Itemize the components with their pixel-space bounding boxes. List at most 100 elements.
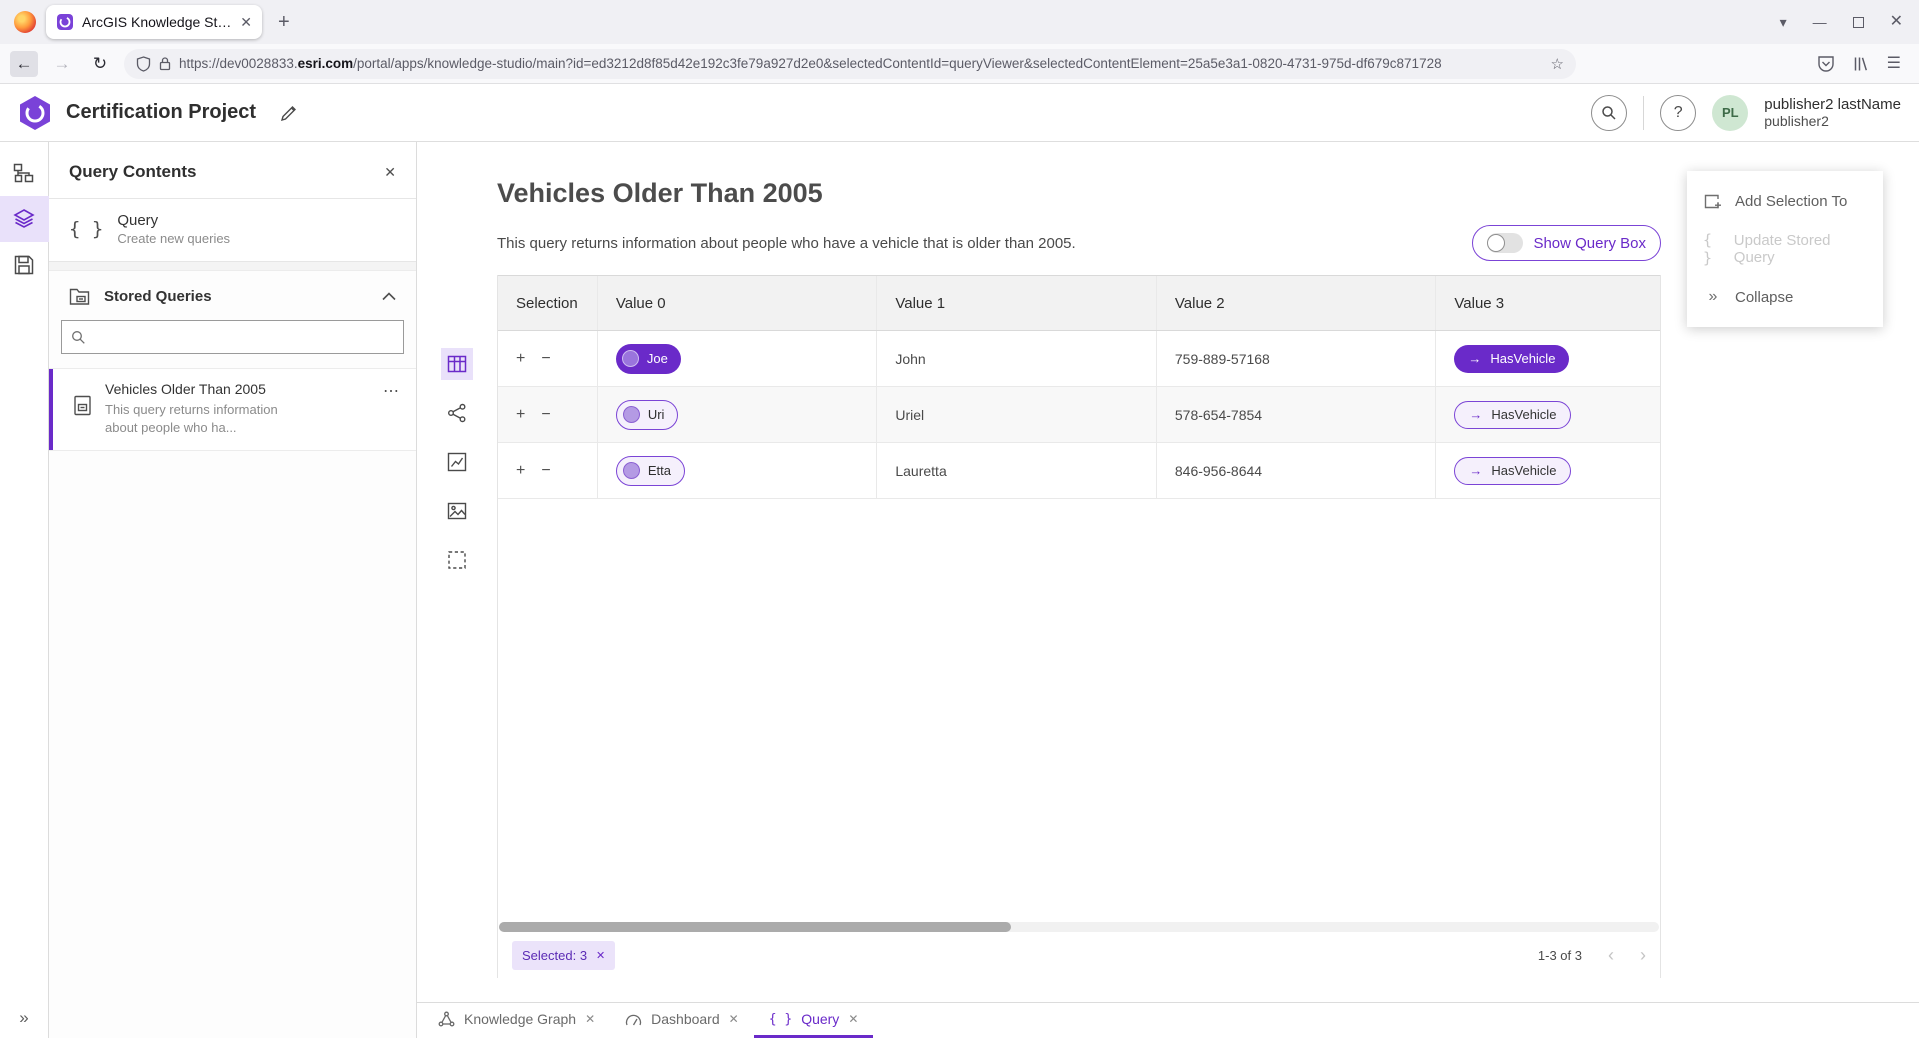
add-to-selection-icon[interactable]: +	[516, 462, 525, 480]
header-divider	[1643, 96, 1644, 130]
tab-close-icon[interactable]: ✕	[848, 1012, 858, 1026]
tab-close-icon[interactable]: ✕	[729, 1012, 739, 1026]
kebab-menu-icon[interactable]: ⋯	[383, 381, 400, 436]
close-window-icon[interactable]: ✕	[1890, 14, 1903, 30]
search-input[interactable]	[94, 329, 394, 345]
relationship-pill[interactable]: → HasVehicle	[1454, 401, 1571, 429]
knowledge-studio-logo	[18, 95, 52, 131]
browser-tab[interactable]: ArcGIS Knowledge Studio ✕	[46, 5, 262, 39]
query-item[interactable]: { } Query Create new queries	[49, 199, 416, 262]
cell-value[interactable]: 759-889-57168	[1157, 331, 1437, 386]
tab-close-icon[interactable]: ✕	[585, 1012, 595, 1026]
table-view-icon[interactable]	[441, 348, 473, 380]
list-tabs-icon[interactable]: ▾	[1780, 15, 1787, 29]
search-button[interactable]	[1591, 95, 1627, 131]
tab-query[interactable]: { } Query ✕	[754, 1003, 874, 1038]
link-chart-view-icon[interactable]	[441, 397, 473, 429]
next-page-icon[interactable]: ›	[1640, 946, 1646, 964]
menu-item-update-stored-query[interactable]: { } Update Stored Query	[1687, 225, 1883, 273]
previous-page-icon[interactable]: ‹	[1608, 946, 1614, 964]
remove-from-selection-icon[interactable]: −	[541, 406, 550, 424]
forward-button[interactable]: →	[48, 51, 76, 77]
search-icon	[71, 330, 86, 345]
relationship-pill[interactable]: → HasVehicle	[1454, 345, 1569, 373]
column-header[interactable]: Value 2	[1157, 276, 1437, 330]
cell-value[interactable]: 846-956-8644	[1157, 443, 1437, 498]
horizontal-scrollbar[interactable]	[499, 922, 1659, 932]
add-selection-icon	[1703, 193, 1723, 209]
relationship-pill[interactable]: → HasVehicle	[1454, 457, 1571, 485]
table-header-row: Selection Value 0 Value 1 Value 2 Value …	[498, 275, 1660, 331]
show-query-box-label: Show Query Box	[1533, 235, 1646, 252]
stored-queries-header[interactable]: Stored Queries	[49, 271, 416, 318]
select-marquee-icon[interactable]	[441, 544, 473, 576]
selected-count-chip[interactable]: Selected: 3 ✕	[512, 941, 615, 970]
maximize-icon[interactable]	[1853, 17, 1864, 28]
help-button[interactable]: ?	[1660, 95, 1696, 131]
column-header[interactable]: Value 3	[1436, 276, 1660, 330]
panel-title: Query Contents	[69, 162, 197, 182]
firefox-icon[interactable]	[14, 11, 36, 33]
tab-dashboard[interactable]: Dashboard ✕	[610, 1003, 754, 1038]
table-row[interactable]: + − Uri Uriel 578-654-7854 → HasVehicle	[498, 387, 1660, 443]
cell-value[interactable]: John	[877, 331, 1157, 386]
remove-from-selection-icon[interactable]: −	[541, 350, 550, 368]
remove-from-selection-icon[interactable]: −	[541, 462, 550, 480]
new-tab-button[interactable]: +	[278, 12, 290, 32]
cell-value[interactable]: Lauretta	[877, 443, 1157, 498]
chart-view-icon[interactable]	[441, 446, 473, 478]
pocket-save-icon[interactable]	[1817, 56, 1835, 72]
table-footer: Selected: 3 ✕ 1-3 of 3 ‹ ›	[498, 932, 1660, 978]
stored-queries-search[interactable]	[61, 320, 404, 354]
show-query-box-toggle[interactable]: Show Query Box	[1472, 225, 1661, 261]
query-description: This query returns information about peo…	[497, 235, 1076, 252]
minimize-icon[interactable]: —	[1813, 15, 1827, 29]
clear-selection-icon[interactable]: ✕	[596, 949, 605, 962]
menu-item-add-selection-to[interactable]: Add Selection To	[1687, 177, 1883, 225]
add-to-selection-icon[interactable]: +	[516, 350, 525, 368]
menu-item-label: Add Selection To	[1735, 193, 1847, 210]
left-rail: »	[0, 142, 49, 1038]
edit-pencil-icon[interactable]	[280, 104, 298, 122]
expand-rail-icon[interactable]: »	[19, 1008, 28, 1028]
table-row[interactable]: + − Etta Lauretta 846-956-8644 → HasVehi…	[498, 443, 1660, 499]
toggle-switch[interactable]	[1487, 233, 1523, 253]
scrollbar-thumb[interactable]	[499, 922, 1011, 932]
entity-pill[interactable]: Etta	[616, 456, 685, 486]
cell-value[interactable]: Uriel	[877, 387, 1157, 442]
cell-value[interactable]: 578-654-7854	[1157, 387, 1437, 442]
stored-query-item[interactable]: Vehicles Older Than 2005 This query retu…	[49, 368, 416, 451]
tab-title: ArcGIS Knowledge Studio	[82, 14, 232, 30]
url-bar[interactable]: https://dev0028833.esri.com/portal/apps/…	[124, 49, 1576, 79]
chevron-up-icon[interactable]	[382, 292, 396, 301]
rail-project-tree-icon[interactable]	[0, 150, 49, 196]
query-item-title: Query	[117, 212, 230, 229]
lock-icon[interactable]	[159, 56, 171, 71]
tab-knowledge-graph[interactable]: Knowledge Graph ✕	[423, 1003, 610, 1038]
column-header[interactable]: Selection	[498, 276, 598, 330]
tab-close-icon[interactable]: ✕	[240, 15, 252, 29]
table-row[interactable]: + − Joe John 759-889-57168 → HasVehicle	[498, 331, 1660, 387]
browser-tab-strip: ArcGIS Knowledge Studio ✕ + ▾ — ✕	[0, 0, 1919, 44]
entity-pill[interactable]: Joe	[616, 344, 681, 374]
rail-save-icon[interactable]	[0, 242, 49, 288]
back-button[interactable]: ←	[10, 51, 38, 77]
arcgis-knowledge-favicon	[56, 13, 74, 31]
bookmark-star-icon[interactable]: ☆	[1551, 55, 1564, 73]
column-header[interactable]: Value 0	[598, 276, 878, 330]
user-block[interactable]: publisher2 lastName publisher2	[1764, 96, 1901, 129]
panel-close-icon[interactable]: ✕	[384, 164, 396, 181]
map-view-icon[interactable]	[441, 495, 473, 527]
rail-layers-icon[interactable]	[0, 196, 49, 242]
dashboard-gauge-icon	[625, 1012, 642, 1027]
entity-pill[interactable]: Uri	[616, 400, 679, 430]
tracking-shield-icon[interactable]	[136, 56, 151, 72]
collapse-chevrons-icon: »	[1703, 288, 1723, 306]
menu-item-collapse[interactable]: » Collapse	[1687, 273, 1883, 321]
menu-hamburger-icon[interactable]: ☰	[1887, 56, 1901, 72]
reload-button[interactable]: ↻	[86, 51, 114, 77]
library-icon[interactable]	[1853, 56, 1869, 72]
avatar[interactable]: PL	[1712, 95, 1748, 131]
column-header[interactable]: Value 1	[877, 276, 1157, 330]
add-to-selection-icon[interactable]: +	[516, 406, 525, 424]
